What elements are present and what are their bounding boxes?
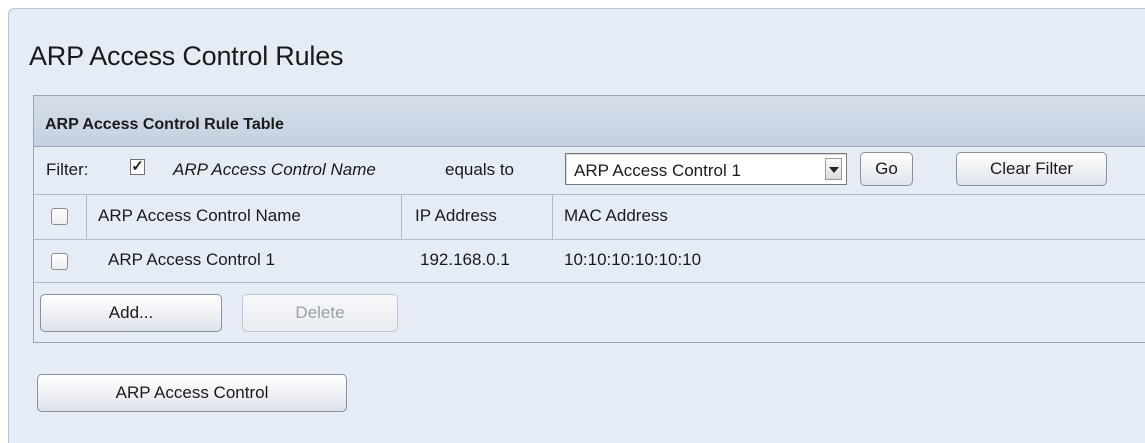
- filter-field-name: ARP Access Control Name: [173, 160, 376, 179]
- filter-label: Filter:: [46, 160, 89, 179]
- table-row[interactable]: ARP Access Control 1 192.168.0.1 10:10:1…: [34, 239, 1145, 283]
- filter-selected-value: ARP Access Control 1: [574, 161, 741, 180]
- page-title: ARP Access Control Rules: [29, 41, 344, 71]
- row-checkbox[interactable]: [51, 253, 68, 270]
- content-area: ARP Access Control Rules ARP Access Cont…: [8, 8, 1145, 443]
- add-button[interactable]: Add...: [40, 294, 222, 332]
- chevron-down-icon[interactable]: [825, 158, 842, 180]
- column-divider: [552, 194, 553, 239]
- select-all-checkbox[interactable]: [51, 208, 68, 225]
- delete-button: Delete: [242, 294, 398, 332]
- column-header-name: ARP Access Control Name: [98, 206, 301, 225]
- column-divider: [401, 194, 402, 239]
- filter-row: Filter: ✓ ARP Access Control Name equals…: [34, 147, 1145, 195]
- go-button[interactable]: Go: [860, 152, 913, 186]
- rule-table-panel: ARP Access Control Rule Table Filter: ✓ …: [33, 95, 1145, 343]
- column-header-mac: MAC Address: [564, 206, 668, 225]
- filter-operator: equals to: [445, 160, 514, 179]
- table-header-row: ARP Access Control Name IP Address MAC A…: [34, 194, 1145, 240]
- clear-filter-button[interactable]: Clear Filter: [956, 152, 1107, 186]
- row-name: ARP Access Control 1: [108, 250, 275, 269]
- filter-value-select[interactable]: ARP Access Control 1: [565, 153, 847, 185]
- row-ip: 192.168.0.1: [420, 250, 510, 269]
- arp-access-control-button[interactable]: ARP Access Control: [37, 374, 347, 412]
- row-mac: 10:10:10:10:10:10: [564, 250, 702, 269]
- column-divider: [86, 194, 87, 239]
- column-header-ip: IP Address: [415, 206, 497, 225]
- panel-title: ARP Access Control Rule Table: [34, 96, 1145, 147]
- filter-checkbox[interactable]: ✓: [130, 159, 145, 175]
